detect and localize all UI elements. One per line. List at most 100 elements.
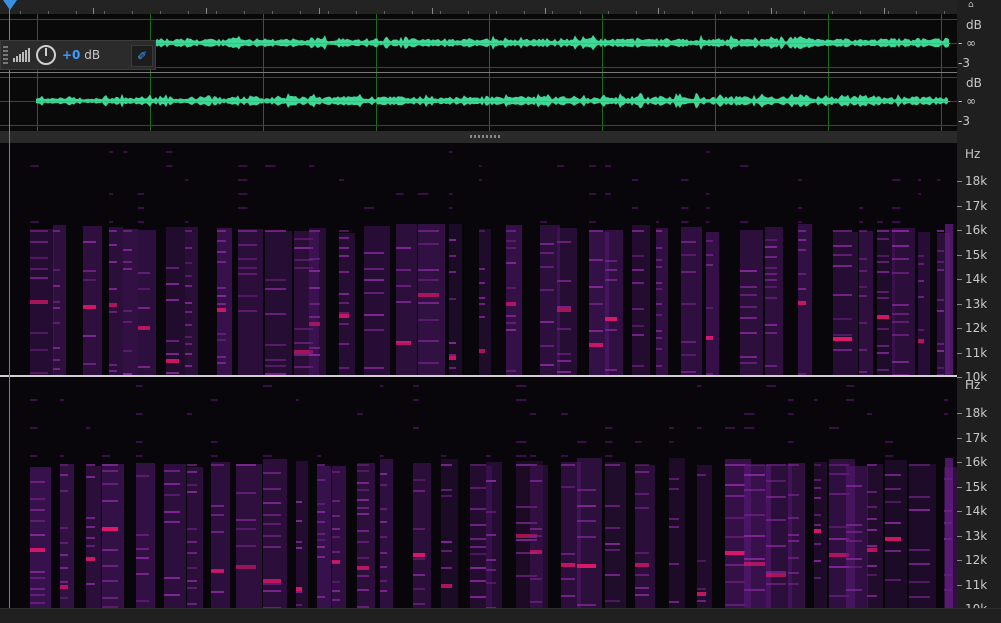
spectral-transient bbox=[814, 399, 818, 401]
spectral-harmonic bbox=[339, 367, 349, 369]
spectral-harmonic bbox=[30, 332, 48, 334]
spectral-harmonic bbox=[187, 471, 197, 473]
spectral-harmonic bbox=[557, 280, 571, 282]
spectral-transient bbox=[669, 427, 674, 429]
volume-value: +0 bbox=[62, 48, 81, 62]
spectral-harmonic bbox=[317, 533, 325, 535]
amplitude-grid-line bbox=[0, 19, 957, 20]
spectral-harmonic bbox=[589, 259, 603, 261]
spectral-harmonic bbox=[867, 565, 877, 567]
spectral-transient bbox=[102, 455, 110, 457]
hz-axis-label: 18k bbox=[965, 406, 988, 420]
spectral-harmonic bbox=[364, 292, 384, 294]
volume-readout[interactable]: +0 dB bbox=[62, 48, 100, 62]
volume-knob-icon[interactable] bbox=[36, 45, 56, 65]
spectral-harmonic bbox=[449, 271, 456, 273]
spectral-peak bbox=[332, 560, 340, 564]
hz-axis-label: 13k bbox=[965, 296, 988, 311]
spectral-harmonic bbox=[814, 464, 821, 466]
spectral-harmonic bbox=[217, 287, 226, 289]
playhead-marker[interactable] bbox=[3, 0, 17, 10]
spectral-channel-1[interactable] bbox=[0, 143, 957, 375]
spectral-harmonic bbox=[30, 372, 48, 374]
spectral-peak bbox=[30, 300, 48, 304]
spectral-harmonic bbox=[877, 345, 889, 347]
spectral-harmonic bbox=[30, 594, 45, 596]
spectral-harmonic bbox=[238, 267, 257, 269]
spectral-harmonic bbox=[788, 464, 799, 466]
spectral-harmonic bbox=[449, 239, 456, 241]
spectral-harmonic bbox=[697, 588, 706, 590]
spectral-harmonic bbox=[859, 258, 867, 260]
spectral-harmonic bbox=[30, 577, 45, 579]
spectral-transient bbox=[109, 221, 113, 223]
spectral-harmonic bbox=[109, 288, 117, 290]
hz-axis-tick bbox=[957, 413, 962, 414]
spectral-harmonic bbox=[357, 507, 369, 509]
spectral-harmonic bbox=[265, 230, 286, 232]
spectral-harmonic bbox=[53, 347, 60, 349]
spectral-harmonic bbox=[187, 587, 197, 589]
spectral-harmonic bbox=[309, 287, 320, 289]
spectral-harmonic bbox=[185, 230, 192, 232]
spectral-transient bbox=[918, 193, 921, 195]
spectral-transient bbox=[706, 207, 710, 209]
spectral-harmonic bbox=[725, 517, 745, 519]
spectral-transient bbox=[859, 207, 863, 209]
hud-volume-control[interactable]: +0 dB ✐ bbox=[0, 40, 156, 70]
pin-icon[interactable]: ✐ bbox=[131, 45, 153, 67]
amplitude-grid-line bbox=[0, 125, 957, 126]
spectral-harmonic bbox=[380, 508, 387, 510]
spectral-transient bbox=[211, 441, 218, 443]
hz-unit-label: Hz bbox=[965, 378, 981, 392]
spectral-harmonic bbox=[506, 287, 516, 289]
spectral-harmonic bbox=[681, 354, 696, 356]
spectral-transient bbox=[211, 399, 218, 401]
spectral-harmonic bbox=[217, 362, 226, 364]
spectral-harmonic bbox=[765, 324, 777, 326]
spectral-harmonic bbox=[123, 230, 132, 232]
spectral-harmonic bbox=[846, 485, 862, 487]
spectral-harmonic bbox=[561, 578, 575, 580]
spectral-harmonic bbox=[164, 511, 180, 513]
spectral-transient bbox=[516, 385, 527, 387]
spectral-harmonic bbox=[185, 275, 192, 277]
spectral-harmonic bbox=[877, 291, 889, 293]
spectral-harmonic bbox=[357, 589, 369, 591]
spectral-harmonic bbox=[185, 247, 192, 249]
spectral-transient bbox=[605, 427, 613, 429]
spectral-harmonic bbox=[632, 282, 644, 284]
status-bar bbox=[0, 608, 1001, 623]
spectral-harmonic bbox=[236, 492, 256, 494]
spectral-harmonic bbox=[540, 266, 554, 268]
spectral-harmonic bbox=[236, 528, 256, 530]
spectral-energy bbox=[138, 230, 156, 375]
spectral-harmonic bbox=[265, 279, 286, 281]
spectral-transient bbox=[846, 385, 854, 387]
spectral-harmonic bbox=[296, 604, 302, 606]
spectral-transient bbox=[296, 399, 299, 401]
spectral-harmonic bbox=[740, 306, 757, 308]
spectral-energy bbox=[238, 229, 263, 375]
spectral-harmonic bbox=[263, 523, 281, 525]
corner-control-icon[interactable]: ⌂ bbox=[968, 0, 984, 10]
spectral-transient bbox=[605, 193, 611, 195]
hud-drag-handle-icon[interactable] bbox=[3, 46, 8, 64]
spectral-harmonic bbox=[766, 545, 786, 547]
spectral-harmonic bbox=[187, 541, 197, 543]
spectral-harmonic bbox=[30, 277, 48, 279]
playhead-line[interactable] bbox=[9, 0, 10, 608]
spectral-peak bbox=[166, 359, 179, 363]
spectral-harmonic bbox=[339, 293, 349, 295]
spectral-energy bbox=[885, 460, 907, 608]
splitter-grip-icon[interactable] bbox=[470, 135, 500, 138]
spectral-harmonic bbox=[867, 506, 877, 508]
waveform-display[interactable] bbox=[0, 14, 957, 131]
time-ruler[interactable] bbox=[0, 0, 957, 15]
spectral-harmonic bbox=[725, 495, 745, 497]
spectral-harmonic bbox=[185, 311, 192, 313]
spectral-harmonic bbox=[877, 255, 889, 257]
view-splitter[interactable] bbox=[0, 131, 957, 143]
spectral-harmonic bbox=[441, 567, 452, 569]
spectral-channel-2[interactable] bbox=[0, 377, 957, 608]
